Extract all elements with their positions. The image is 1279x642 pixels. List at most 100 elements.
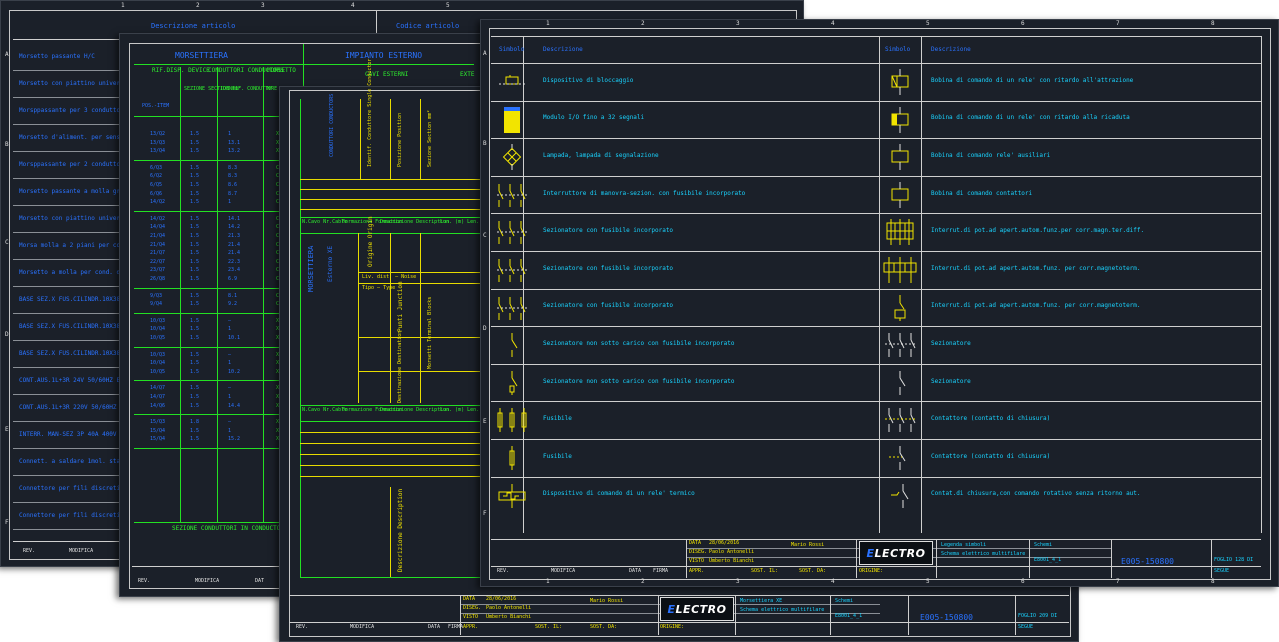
sheet4-sost-da: SOST. DA: — [799, 568, 827, 574]
terminal-cell: 23/Q7 — [150, 267, 166, 274]
terminal-cell: 9/Q3 — [150, 292, 163, 299]
sheet3-desc2: Schema elettrico multifilare — [740, 607, 825, 613]
sheet1-footer-rev: REV. — [23, 548, 36, 554]
legend-ruler-bottom: 1 — [546, 578, 550, 585]
legend-ruler-top: 1 — [546, 20, 550, 27]
sheet4-company-logo: E LECTRO — [859, 541, 933, 565]
legend-ruler-top: 2 — [641, 20, 645, 27]
terminal-cell: 1 — [228, 199, 232, 206]
legend-ruler-top: 5 — [926, 20, 930, 27]
terminal-cell: 21.4 — [228, 241, 241, 248]
terminal-cell: 1.8 — [190, 419, 200, 426]
terminal-cell: 1.5 — [190, 190, 200, 197]
terminal-cell: – — [228, 317, 232, 324]
sheet1-header-right: Codice articolo — [396, 22, 460, 30]
terminal-cell: 1.5 — [190, 199, 200, 206]
terminal-cell: 8.1 — [228, 292, 238, 299]
legend-row-divider — [491, 326, 1261, 328]
terminal-cell: 1 — [228, 360, 232, 367]
left-symbol-switch-icon — [497, 296, 527, 320]
terminal-cell: 1.5 — [190, 241, 200, 248]
legend-ruler-top: 6 — [1021, 20, 1025, 27]
legend-ruler-top: 3 — [736, 20, 740, 27]
legend-row-left-desc: Fusibile — [543, 415, 572, 423]
legend-row-right-desc: Contat.di chiusura,con comando rotativo … — [931, 490, 1141, 498]
sheet4-data: 28/06/2016 — [709, 540, 740, 546]
sheet3-vlabel-cond: CONDUTTORI CONDUCTORS — [329, 93, 335, 157]
sheet3-logo-e: E — [667, 602, 676, 616]
terminal-cell: 10/Q5 — [150, 368, 166, 375]
sheet4-foglio: FOGLIO 128 DI — [1214, 557, 1254, 563]
sheet3-visto-label: VISTO — [463, 614, 479, 620]
terminal-cell: 10/Q4 — [150, 326, 166, 333]
terminal-cell: 21/Q4 — [150, 233, 166, 239]
terminal-cell: 1.5 — [190, 326, 200, 333]
terminal-cell: 26/Q8 — [150, 276, 166, 282]
legend-row-divider — [491, 138, 1261, 140]
sheet3-sost-li: SOST. IL: — [535, 624, 563, 630]
sheet3-footer-data: DATA — [428, 624, 441, 630]
sheet4-footer-data: DATA — [629, 568, 642, 574]
sheet2-col-terminal: MORSETTO — [267, 67, 296, 74]
terminal-cell: 13/Q4 — [150, 148, 166, 155]
terminal-cell: 1.5 — [190, 148, 200, 155]
right-symbol-breaker-icon — [883, 257, 917, 283]
terminal-cell: 22.3 — [228, 258, 241, 265]
legend-row-divider — [491, 288, 1261, 290]
left-symbol-module-icon — [504, 106, 520, 133]
terminal-cell: 14/Q4 — [150, 224, 166, 231]
legend-row-divider — [491, 401, 1261, 403]
right-symbol-coil-icon — [891, 144, 909, 171]
terminal-cell: 8.3 — [228, 164, 238, 171]
terminal-cell: 14.4 — [228, 402, 241, 409]
terminal-cell: 14/Q7 — [150, 394, 166, 400]
sheet4-logo-e: E — [866, 546, 875, 560]
legend-ruler-side: D — [483, 325, 487, 332]
terminal-cell: 10/Q3 — [150, 351, 166, 358]
terminal-cell: 14.2 — [228, 224, 241, 231]
left-symbol-lock-icon — [499, 75, 525, 85]
sheet3-data-label: DATA — [463, 596, 476, 602]
legend-ruler-bottom: 4 — [831, 578, 835, 585]
terminal-cell: 13/Q3 — [150, 139, 166, 146]
sheet2-footer-data: DAT — [255, 578, 265, 584]
terminal-cell: 1.5 — [190, 351, 200, 358]
right-symbol-rotary-icon — [891, 483, 909, 508]
terminal-cell: 1.5 — [190, 233, 200, 239]
terminal-cell: 14/Q2 — [150, 215, 166, 222]
terminal-cell: 1.5 — [190, 385, 200, 392]
left-symbol-switch-icon — [497, 183, 527, 207]
sheet3-tipo-label: Tipo – Type — [362, 285, 396, 291]
article-row-label: Morsetto d'aliment. per sensori — [19, 134, 131, 141]
sheet3-author: Mario Rossi — [590, 598, 624, 604]
terminal-cell: 1.5 — [190, 276, 200, 282]
terminal-cell: 10.1 — [228, 335, 241, 341]
ruler-4: 4 — [351, 2, 355, 9]
terminal-cell: 1.5 — [190, 250, 200, 257]
ruler-2: 2 — [196, 2, 200, 9]
sheet3-sost-da: SOST. DA: — [590, 624, 618, 630]
terminal-cell: 15/Q4 — [150, 427, 166, 434]
terminal-cell: 6/Q5 — [150, 182, 163, 188]
article-row-label: Morsetto a molla per cond. di ta — [19, 269, 135, 276]
ruler-E: E — [5, 426, 9, 433]
legend-ruler-side: B — [483, 140, 487, 147]
terminal-cell: 1.5 — [190, 173, 200, 180]
terminal-cell: 8.7 — [228, 190, 238, 197]
terminal-cell: 10/Q3 — [150, 317, 166, 324]
legend-ruler-bottom: 8 — [1211, 578, 1215, 585]
right-symbol-disc-r1-icon — [899, 370, 906, 395]
terminal-cell: 1 — [228, 394, 232, 400]
terminal-cell: 22/Q7 — [150, 258, 166, 265]
right-symbol-coil-slow-icon — [891, 69, 909, 95]
right-symbol-disc-r-icon — [885, 333, 916, 358]
terminal-cell: – — [228, 385, 232, 392]
right-symbol-contactor1-icon — [889, 446, 906, 470]
right-symbol-coil-slow2-icon — [891, 106, 909, 133]
sheet3-vlabel-junction: Punti Junction — [397, 281, 404, 332]
sheet4-diseg: Paolo Antonelli — [709, 549, 755, 555]
terminal-cell: 21.4 — [228, 250, 241, 257]
legend-ruler-side: E — [483, 418, 487, 425]
legend-ruler-bottom: 6 — [1021, 578, 1025, 585]
legend-row-right-desc: Sezionatore — [931, 340, 971, 347]
